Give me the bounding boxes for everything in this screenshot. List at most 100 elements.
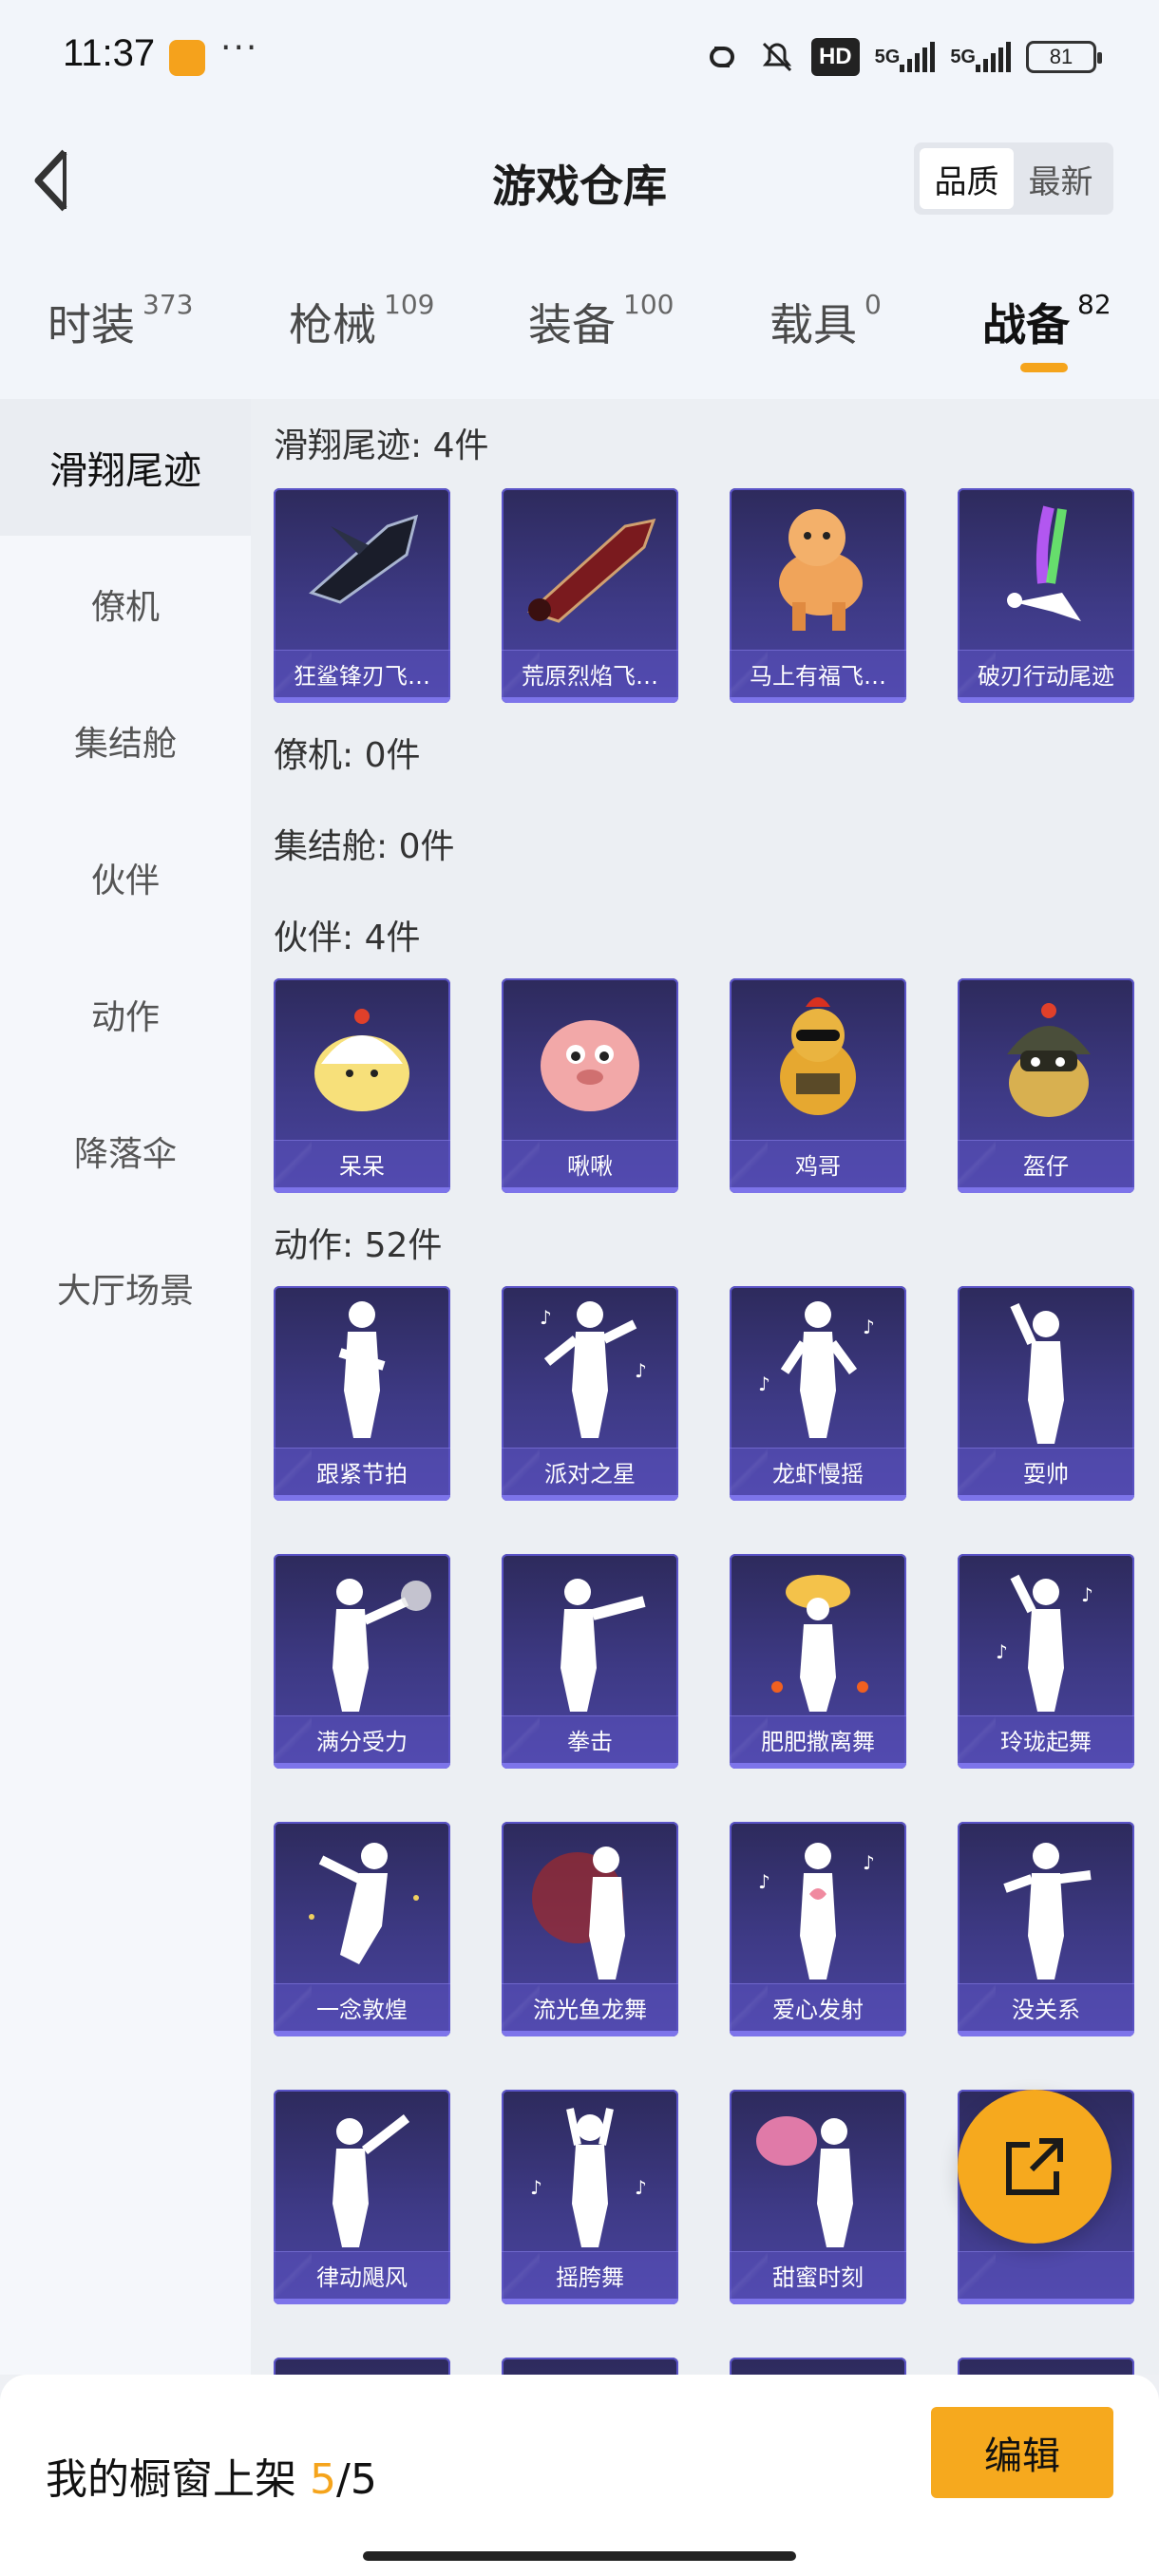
chick-partner-icon xyxy=(314,1009,409,1111)
tab-label: 枪械 xyxy=(289,299,376,350)
item-card[interactable]: 耍帅 xyxy=(958,1286,1134,1501)
item-card[interactable]: 盔仔 xyxy=(958,978,1134,1193)
item-card[interactable]: 拳击 xyxy=(502,1554,678,1769)
tab-equipment[interactable]: 装备 100 xyxy=(528,289,674,353)
svg-text:♪: ♪ xyxy=(996,1640,1008,1663)
bottom-bar: 我的橱窗上架 5/5 编辑 xyxy=(0,2375,1159,2576)
network-label: 5G xyxy=(874,46,901,67)
share-button[interactable] xyxy=(958,2090,1112,2244)
item-card[interactable]: 一念敦煌 xyxy=(274,1822,450,2036)
item-card[interactable]: 跟紧节拍 xyxy=(274,1286,450,1501)
pink-bird-partner-icon xyxy=(541,1020,639,1111)
rooster-partner-icon xyxy=(780,997,856,1115)
item-card[interactable]: 破刃行动尾迹 xyxy=(958,488,1134,703)
horse-glider-icon xyxy=(779,509,863,631)
signal-5g-icon-2: 5G xyxy=(950,38,1011,76)
network-label-2: 5G xyxy=(950,46,976,67)
item-name: 玲珑起舞 xyxy=(958,1715,1134,1763)
item-name xyxy=(958,2251,1134,2299)
item-card[interactable]: ♪ ♪ 龙虾慢摇 xyxy=(730,1286,906,1501)
item-name: 派对之星 xyxy=(502,1448,678,1495)
item-name: 呆呆 xyxy=(274,1140,450,1187)
showcase-label: 我的橱窗上架 xyxy=(46,2455,310,2504)
item-card[interactable] xyxy=(730,2358,906,2375)
link-icon xyxy=(701,38,743,76)
svg-text:♪: ♪ xyxy=(758,1870,770,1893)
item-name: 摇胯舞 xyxy=(502,2251,678,2299)
item-card[interactable]: 甜蜜时刻 xyxy=(730,2090,906,2304)
home-indicator[interactable] xyxy=(363,2551,796,2561)
active-tab-indicator xyxy=(1020,363,1068,372)
section-title-wingman: 僚机: 0件 xyxy=(274,736,421,775)
item-name: 耍帅 xyxy=(958,1448,1134,1495)
sidebar-item-parachute[interactable]: 降落伞 xyxy=(0,1083,251,1220)
svg-text:♪: ♪ xyxy=(635,2176,647,2199)
dance-figure-icon xyxy=(338,1301,386,1438)
sidebar-item-capsule[interactable]: 集结舱 xyxy=(0,672,251,809)
item-card[interactable] xyxy=(958,2358,1134,2375)
sidebar-item-action[interactable]: 动作 xyxy=(0,946,251,1083)
sort-newest-button[interactable]: 最新 xyxy=(1014,148,1108,209)
app-notification-icon xyxy=(169,40,205,76)
item-card[interactable]: ♪ ♪ 派对之星 xyxy=(502,1286,678,1501)
section-title-capsule: 集结舱: 0件 xyxy=(274,827,455,866)
item-card[interactable]: 满分受力 xyxy=(274,1554,450,1769)
dance-figure-icon xyxy=(756,2116,853,2247)
sidebar-item-wingman[interactable]: 僚机 xyxy=(0,536,251,672)
item-card[interactable]: 律动飓风 xyxy=(274,2090,450,2304)
tab-vehicles[interactable]: 载具 0 xyxy=(770,289,882,353)
svg-text:♪: ♪ xyxy=(635,1359,647,1382)
item-card[interactable]: 啾啾 xyxy=(502,978,678,1193)
item-name: 破刃行动尾迹 xyxy=(958,650,1134,697)
dance-figure-icon xyxy=(771,1575,868,1712)
item-card[interactable]: 流光鱼龙舞 xyxy=(502,1822,678,2036)
item-card[interactable] xyxy=(502,2358,678,2375)
edit-button[interactable]: 编辑 xyxy=(931,2407,1113,2498)
dance-figure-icon xyxy=(532,1847,625,1979)
item-name: 爱心发射 xyxy=(730,1983,906,2031)
showcase-status: 我的橱窗上架 5/5 xyxy=(46,2445,377,2506)
item-card[interactable]: ♪ ♪ 摇胯舞 xyxy=(502,2090,678,2304)
item-name: 啾啾 xyxy=(502,1140,678,1187)
item-card[interactable] xyxy=(274,2358,450,2375)
dance-figure-icon xyxy=(560,1579,646,1712)
more-notifications-icon: ··· xyxy=(220,28,259,67)
dance-figure-icon: ♪♪ xyxy=(996,1574,1093,1712)
tab-count: 373 xyxy=(142,289,194,320)
signal-5g-icon: 5G xyxy=(875,38,936,76)
svg-text:♪: ♪ xyxy=(758,1373,770,1395)
tab-label: 战备 xyxy=(982,299,1070,350)
dance-figure-icon: ♪♪ xyxy=(758,1301,875,1438)
item-card[interactable]: 狂鲨锋刃飞… xyxy=(274,488,450,703)
item-name: 满分受力 xyxy=(274,1715,450,1763)
dance-figure-icon xyxy=(309,1843,419,1964)
item-card[interactable]: 荒原烈焰飞… xyxy=(502,488,678,703)
sidebar-item-partner[interactable]: 伙伴 xyxy=(0,809,251,946)
svg-text:♪: ♪ xyxy=(530,2176,542,2199)
tab-battle-gear[interactable]: 战备 82 xyxy=(982,289,1112,353)
dance-figure-icon xyxy=(332,2114,410,2247)
sidebar-item-glide-trail[interactable]: 滑翔尾迹 xyxy=(0,399,251,536)
sidebar-item-lobby-scene[interactable]: 大厅场景 xyxy=(0,1220,251,1356)
item-card[interactable]: 呆呆 xyxy=(274,978,450,1193)
tab-guns[interactable]: 枪械 109 xyxy=(289,289,434,353)
tab-count: 82 xyxy=(1077,289,1112,320)
section-title-glide: 滑翔尾迹: 4件 xyxy=(274,426,489,465)
dance-figure-icon: ♪♪ xyxy=(530,2108,647,2247)
sort-quality-button[interactable]: 品质 xyxy=(920,148,1014,209)
item-card[interactable]: ♪ ♪ 爱心发射 xyxy=(730,1822,906,2036)
item-card[interactable]: ♪ ♪ 玲珑起舞 xyxy=(958,1554,1134,1769)
item-name: 甜蜜时刻 xyxy=(730,2251,906,2299)
item-card[interactable]: 肥肥撒离舞 xyxy=(730,1554,906,1769)
sort-toggle[interactable]: 品质 最新 xyxy=(914,142,1113,215)
item-card[interactable]: 没关系 xyxy=(958,1822,1134,2036)
tab-fashion[interactable]: 时装 373 xyxy=(48,289,194,353)
item-card[interactable]: 马上有福飞… xyxy=(730,488,906,703)
sidebar: 滑翔尾迹 僚机 集结舱 伙伴 动作 降落伞 大厅场景 xyxy=(0,399,251,2375)
tab-label: 时装 xyxy=(48,299,135,350)
showcase-count: 5 xyxy=(310,2455,336,2504)
item-card[interactable]: 鸡哥 xyxy=(730,978,906,1193)
section-title-action: 动作: 52件 xyxy=(274,1226,443,1265)
header: 游戏仓库 品质 最新 xyxy=(0,114,1159,247)
category-tabs: 时装 373 枪械 109 装备 100 载具 0 战备 82 xyxy=(0,247,1159,399)
